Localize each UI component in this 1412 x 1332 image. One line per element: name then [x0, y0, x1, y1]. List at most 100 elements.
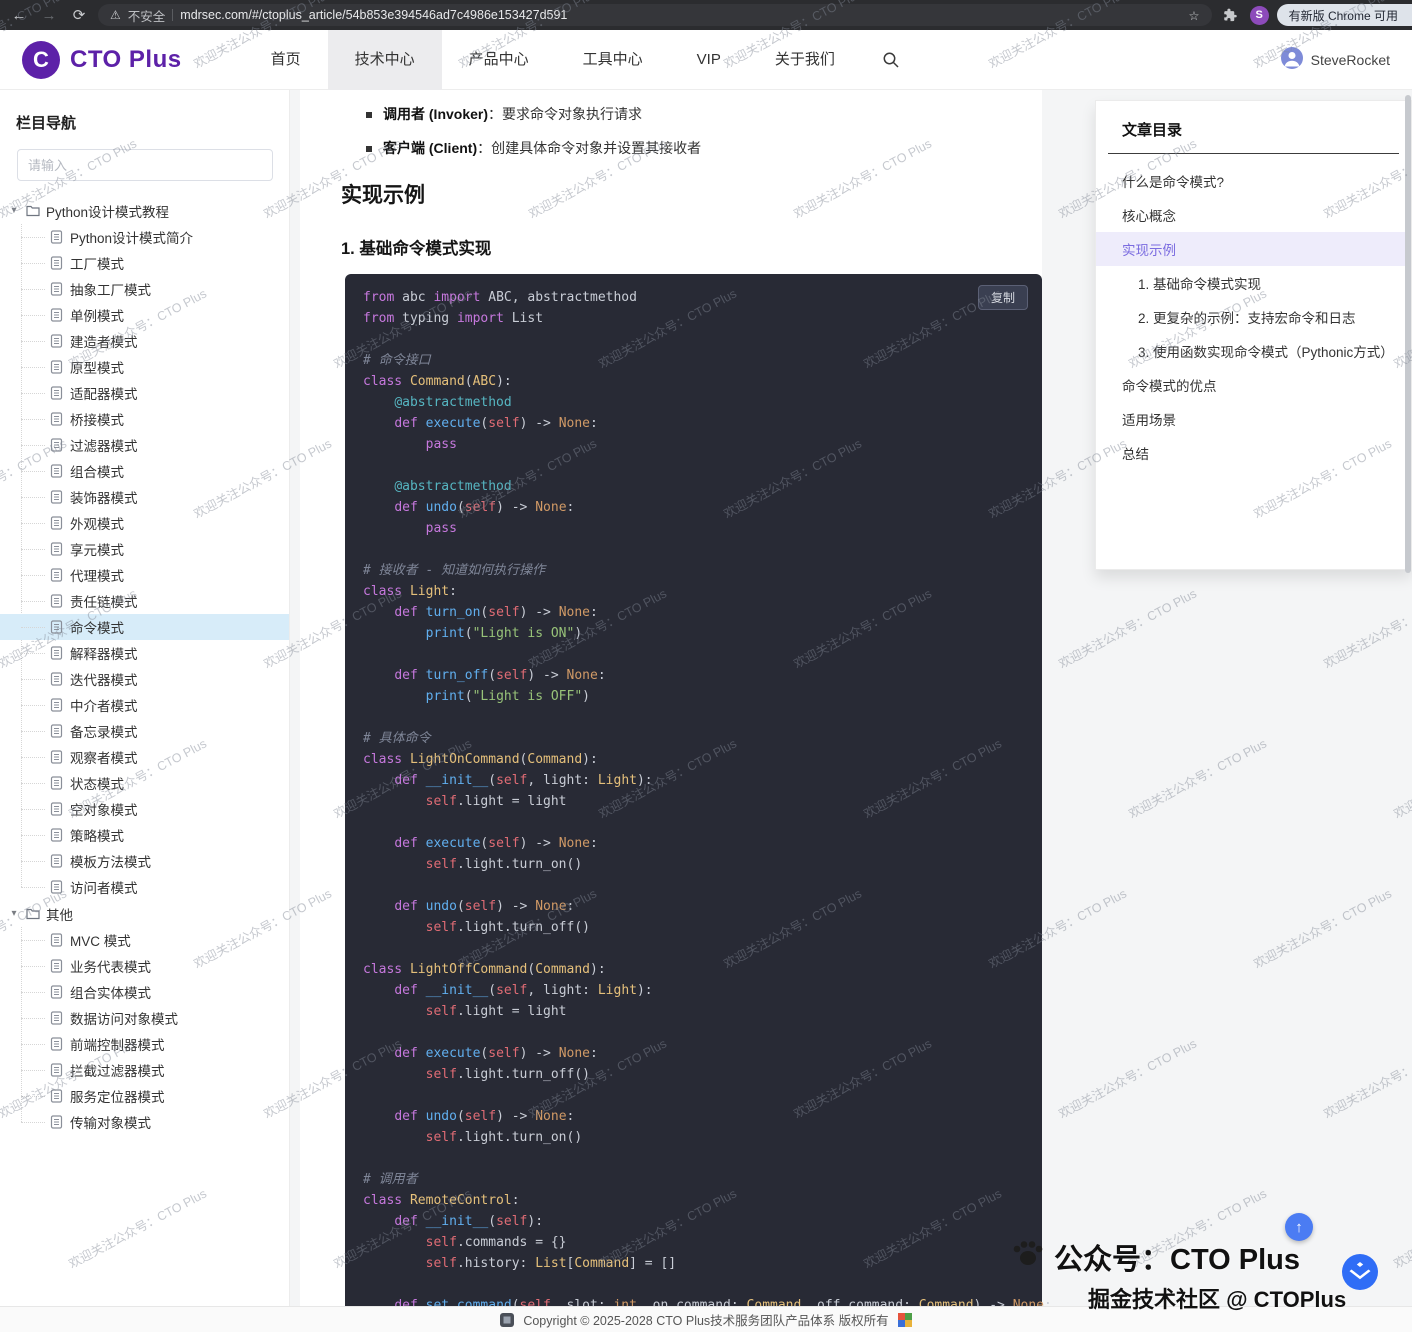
sidebar-item[interactable]: 模板方法模式 — [0, 848, 289, 874]
puzzle-icon — [1223, 8, 1238, 23]
sidebar-item[interactable]: 观察者模式 — [0, 744, 289, 770]
extensions-icon[interactable] — [1220, 4, 1242, 26]
sidebar-item[interactable]: 中介者模式 — [0, 692, 289, 718]
sidebar-item[interactable]: 代理模式 — [0, 562, 289, 588]
document-icon — [50, 672, 63, 686]
sidebar-folder-0[interactable]: ▾Python设计模式教程 — [0, 197, 289, 224]
document-icon — [50, 620, 63, 634]
url-text[interactable]: mdrsec.com/#/ctoplus_article/54b853e3945… — [180, 8, 1181, 22]
sidebar-folder-1-children: MVC 模式业务代表模式组合实体模式数据访问对象模式前端控制器模式拦截过滤器模式… — [0, 927, 289, 1135]
sidebar-item[interactable]: 过滤器模式 — [0, 432, 289, 458]
sidebar-item[interactable]: 拦截过滤器模式 — [0, 1057, 289, 1083]
toc-title: 文章目录 — [1096, 119, 1411, 153]
code-content[interactable]: from abc import ABC, abstractmethodfrom … — [363, 287, 1024, 1332]
subsection-heading: 1. 基础命令模式实现 — [341, 235, 1042, 259]
document-icon — [50, 1115, 63, 1129]
document-icon — [50, 1063, 63, 1077]
bullet-list: 调用者 (Invoker)：要求命令对象执行请求客户端 (Client)：创建具… — [341, 106, 1042, 157]
sidebar-item[interactable]: 状态模式 — [0, 770, 289, 796]
sidebar-item[interactable]: 桥接模式 — [0, 406, 289, 432]
nav-item-4[interactable]: VIP — [670, 30, 748, 90]
sidebar-item[interactable]: 解释器模式 — [0, 640, 289, 666]
document-icon — [50, 1011, 63, 1025]
sidebar-item[interactable]: 传输对象模式 — [0, 1109, 289, 1135]
browser-profile-avatar[interactable]: S — [1250, 6, 1269, 25]
sidebar-item[interactable]: 服务定位器模式 — [0, 1083, 289, 1109]
sidebar-item[interactable]: 享元模式 — [0, 536, 289, 562]
sidebar-item[interactable]: 迭代器模式 — [0, 666, 289, 692]
watermark-text: 欢迎关注公众号：CTO Plus — [1055, 583, 1200, 672]
document-icon — [50, 1089, 63, 1103]
watermark-text: 欢迎关注公众号：CTO Plus — [1320, 583, 1412, 672]
security-label: 不安全 — [128, 6, 166, 25]
username: SteveRocket — [1311, 52, 1390, 68]
forward-icon[interactable]: → — [38, 4, 60, 26]
toc-item-8[interactable]: 总结 — [1096, 436, 1411, 470]
toc-item-5[interactable]: 3. 使用函数实现命令模式（Pythonic方式） — [1096, 334, 1411, 368]
toc-item-6[interactable]: 命令模式的优点 — [1096, 368, 1411, 402]
bullet-item: 调用者 (Invoker)：要求命令对象执行请求 — [366, 106, 1042, 123]
site-logo[interactable]: C CTO Plus — [22, 41, 182, 79]
document-icon — [50, 776, 63, 790]
sidebar-search-input[interactable] — [17, 149, 273, 181]
document-icon — [50, 438, 63, 452]
sidebar-item[interactable]: 适配器模式 — [0, 380, 289, 406]
nav-item-2[interactable]: 产品中心 — [442, 30, 556, 90]
document-icon — [50, 933, 63, 947]
sidebar-item[interactable]: 数据访问对象模式 — [0, 1005, 289, 1031]
sidebar-item[interactable]: 外观模式 — [0, 510, 289, 536]
sidebar-item[interactable]: 组合模式 — [0, 458, 289, 484]
security-warning-icon[interactable]: ⚠ — [110, 8, 121, 22]
nav-item-5[interactable]: 关于我们 — [748, 30, 862, 90]
sidebar-item[interactable]: 策略模式 — [0, 822, 289, 848]
page-scrollbar[interactable] — [1405, 95, 1411, 573]
sidebar-item[interactable]: 责任链模式 — [0, 588, 289, 614]
toc-item-7[interactable]: 适用场景 — [1096, 402, 1411, 436]
toc-item-3[interactable]: 1. 基础命令模式实现 — [1096, 266, 1411, 300]
sidebar-item[interactable]: 访问者模式 — [0, 874, 289, 900]
sidebar-item[interactable]: 原型模式 — [0, 354, 289, 380]
document-icon — [50, 308, 63, 322]
sidebar-item[interactable]: 单例模式 — [0, 302, 289, 328]
sidebar-item[interactable]: Python设计模式简介 — [0, 224, 289, 250]
folder-icon — [26, 907, 40, 920]
sidebar-item[interactable]: 组合实体模式 — [0, 979, 289, 1005]
sidebar-item[interactable]: 装饰器模式 — [0, 484, 289, 510]
nav-item-3[interactable]: 工具中心 — [556, 30, 670, 90]
sidebar-item[interactable]: 命令模式 — [0, 614, 289, 640]
nav-item-1[interactable]: 技术中心 — [328, 30, 442, 90]
copy-code-button[interactable]: 复制 — [978, 285, 1028, 310]
document-icon — [50, 854, 63, 868]
sidebar-item[interactable]: 工厂模式 — [0, 250, 289, 276]
toc-item-0[interactable]: 什么是命令模式? — [1096, 164, 1411, 198]
sidebar-item[interactable]: 建造者模式 — [0, 328, 289, 354]
refresh-icon[interactable]: ⟳ — [68, 4, 90, 26]
scroll-to-top-button[interactable]: ↑ — [1285, 1213, 1313, 1241]
sidebar-folder-1[interactable]: ▾其他 — [0, 900, 289, 927]
user-menu[interactable]: SteveRocket — [1281, 47, 1390, 72]
toc-item-4[interactable]: 2. 更复杂的示例：支持宏命令和日志 — [1096, 300, 1411, 334]
search-icon[interactable] — [882, 51, 900, 69]
sidebar-item[interactable]: 抽象工厂模式 — [0, 276, 289, 302]
sidebar-item[interactable]: 前端控制器模式 — [0, 1031, 289, 1057]
sidebar-item[interactable]: 业务代表模式 — [0, 953, 289, 979]
document-icon — [50, 698, 63, 712]
nav-item-0[interactable]: 首页 — [244, 30, 328, 90]
juejin-avatar-icon[interactable] — [1342, 1254, 1378, 1295]
url-bar[interactable]: ⚠ 不安全 mdrsec.com/#/ctoplus_article/54b85… — [98, 4, 1212, 26]
footer-right-icon — [898, 1313, 912, 1327]
back-icon[interactable]: ← — [8, 4, 30, 26]
watermark-text: 欢迎关注公众号：CTO Plus — [1390, 1183, 1412, 1272]
watermark-text: 欢迎关注公众号：CTO Plus — [1055, 1033, 1200, 1122]
sidebar-item[interactable]: 空对象模式 — [0, 796, 289, 822]
document-icon — [50, 750, 63, 764]
browser-chrome: ← → ⟳ ⚠ 不安全 mdrsec.com/#/ctoplus_article… — [0, 0, 1412, 30]
chrome-update-chip[interactable]: 有新版 Chrome 可用 — [1277, 4, 1412, 26]
main-nav: 首页技术中心产品中心工具中心VIP关于我们 — [244, 30, 862, 90]
toc-item-1[interactable]: 核心概念 — [1096, 198, 1411, 232]
toc-item-2[interactable]: 实现示例 — [1096, 232, 1411, 266]
sidebar-item[interactable]: MVC 模式 — [0, 927, 289, 953]
watermark-text: 欢迎关注公众号：CTO Plus — [1390, 733, 1412, 822]
sidebar-item[interactable]: 备忘录模式 — [0, 718, 289, 744]
bookmark-star-icon[interactable]: ☆ — [1188, 8, 1199, 23]
